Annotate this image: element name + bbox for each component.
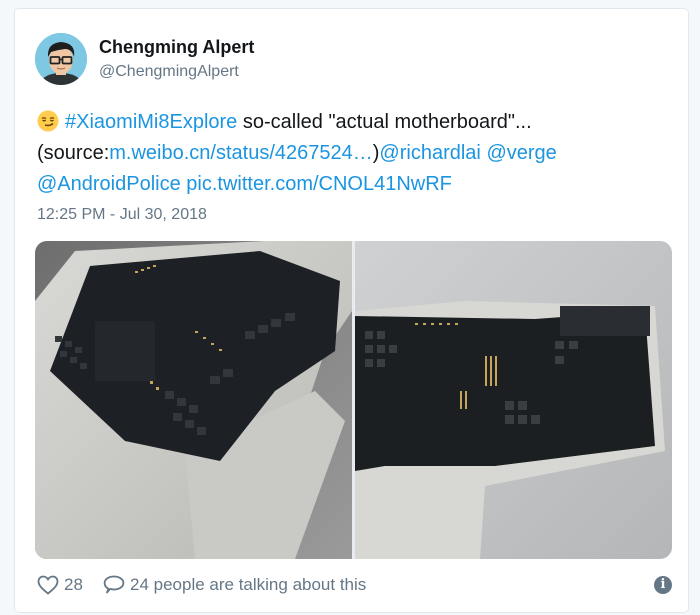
- avatar[interactable]: [35, 33, 87, 85]
- heart-icon: [37, 575, 59, 595]
- reply-action[interactable]: 24 people are talking about this: [103, 575, 366, 595]
- mention-androidpolice[interactable]: @AndroidPolice: [37, 173, 181, 195]
- mention-richardlai[interactable]: @richardlai: [379, 142, 480, 164]
- info-icon[interactable]: i: [654, 576, 672, 594]
- avatar-glasses-icon: [35, 33, 87, 85]
- media-grid: [35, 241, 672, 559]
- reply-text: 24 people are talking about this: [130, 575, 367, 594]
- mention-verge[interactable]: @verge: [486, 142, 556, 164]
- tweet-text: #XiaomiMi8Explore so-called "actual moth…: [37, 107, 667, 200]
- tweet-actions: 28 24 people are talking about this i: [37, 575, 672, 597]
- like-count: 28: [64, 575, 83, 594]
- source-link[interactable]: m.weibo.cn/status/4267524…: [109, 142, 373, 164]
- pic-link[interactable]: pic.twitter.com/CNOL41NwRF: [186, 173, 452, 195]
- tweet-timestamp[interactable]: 12:25 PM - Jul 30, 2018: [37, 206, 207, 224]
- motherboard-photo-flat[interactable]: [355, 241, 672, 559]
- speech-bubble-icon: [103, 575, 125, 594]
- author-handle[interactable]: @ChengmingAlpert: [99, 63, 239, 81]
- hashtag-link[interactable]: #XiaomiMi8Explore: [65, 111, 237, 133]
- like-action[interactable]: 28: [37, 575, 83, 595]
- smirking-face-emoji: [37, 110, 59, 132]
- tweet-card: Chengming Alpert @ChengmingAlpert #Xiaom…: [14, 8, 689, 613]
- tweet-text-part-1: so-called "actual motherboard"...: [237, 111, 532, 133]
- author-name[interactable]: Chengming Alpert: [99, 37, 254, 58]
- motherboard-photo-angled[interactable]: [35, 241, 352, 559]
- tweet-text-part-2: (source:: [37, 142, 110, 164]
